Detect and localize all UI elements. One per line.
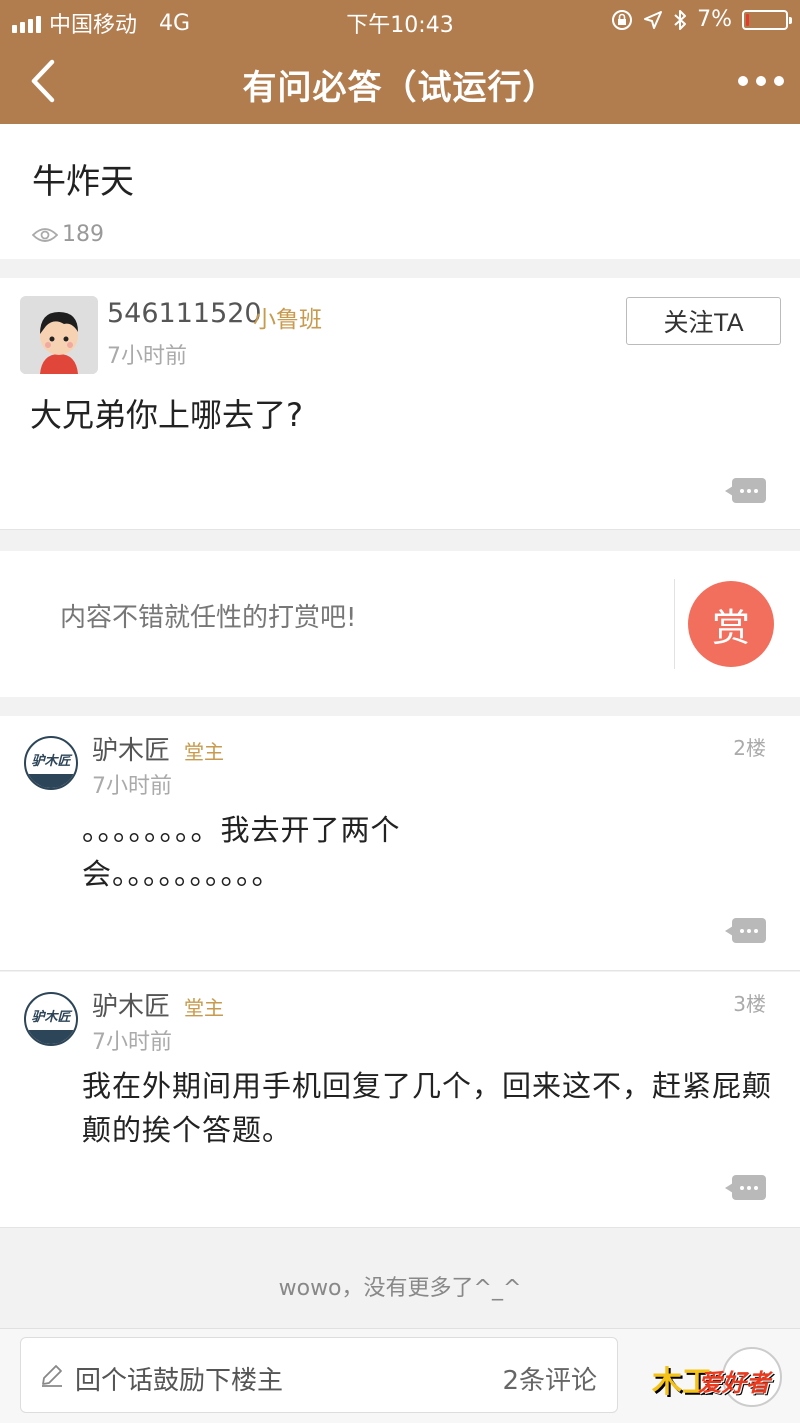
bluetooth-icon — [674, 9, 687, 30]
commenter-badge: 堂主 — [184, 996, 224, 1020]
watermark-logo: 木工 爱好者 — [652, 1353, 798, 1403]
location-icon — [644, 10, 663, 29]
follow-button[interactable]: 关注TA — [626, 297, 781, 345]
battery-icon — [742, 9, 792, 30]
comment-body: 我在外期间用手机回复了几个，回来这不，赶紧屁颠颠的挨个答题。 — [82, 1069, 773, 1147]
rotation-lock-icon — [612, 9, 633, 30]
commenter-badge: 堂主 — [184, 740, 224, 764]
top-header: 中国移动 4G 下午10:43 7% 有问必答（试运行） — [0, 0, 800, 124]
page-title: 有问必答（试运行） — [242, 68, 558, 108]
view-count-value: 189 — [62, 222, 104, 247]
commenter-name[interactable]: 驴木匠 — [92, 730, 170, 767]
comment-time: 7小时前 — [92, 774, 172, 799]
battery-percent: 7% — [697, 7, 732, 32]
watermark-text-b: 爱好者 — [698, 1369, 770, 1397]
floor-number: 3楼 — [733, 992, 766, 1016]
comment-item: 驴木匠 驴木匠 堂主 7小时前 2楼 。。。。。。。。我去开了两个会。。。。。。… — [0, 716, 800, 971]
pencil-icon — [42, 1365, 62, 1387]
comment-body: 。。。。。。。。我去开了两个会。。。。。。。。。。 — [82, 813, 401, 891]
bottom-bar: 回个话鼓励下楼主 2条评论 木工 爱好者 — [0, 1328, 800, 1423]
end-of-list-text: wowo，没有更多了^_^ — [278, 1276, 522, 1301]
comment-icon[interactable] — [725, 918, 766, 943]
comment-icon[interactable] — [725, 1175, 766, 1200]
comment-time: 7小时前 — [92, 1030, 172, 1055]
commenter-logo-text: 驴木匠 — [31, 754, 71, 769]
question-title: 牛炸天 — [32, 162, 134, 202]
commenter-avatar[interactable]: 驴木匠 — [24, 736, 78, 790]
view-count: 189 — [32, 222, 104, 247]
avatar[interactable] — [20, 296, 98, 374]
commenter-avatar[interactable]: 驴木匠 — [24, 992, 78, 1046]
commenter-logo-text: 驴木匠 — [31, 1010, 71, 1025]
answer-body: 大兄弟你上哪去了? — [30, 396, 303, 434]
reward-divider — [674, 579, 675, 669]
answer-card: 546111520 小鲁班 7小时前 关注TA 大兄弟你上哪去了? — [0, 278, 800, 530]
reward-button[interactable]: 赏 — [688, 581, 774, 667]
reply-input[interactable]: 回个话鼓励下楼主 2条评论 — [20, 1337, 618, 1413]
reward-section: 内容不错就任性的打赏吧! 赏 — [0, 551, 800, 697]
question-card: 牛炸天 189 — [0, 124, 800, 259]
commenter-name[interactable]: 驴木匠 — [92, 986, 170, 1023]
reward-text: 内容不错就任性的打赏吧! — [60, 603, 357, 633]
comment-count[interactable]: 2条评论 — [502, 1360, 597, 1397]
comment-icon[interactable] — [725, 478, 766, 503]
comment-item: 驴木匠 驴木匠 堂主 7小时前 3楼 我在外期间用手机回复了几个，回来这不，赶紧… — [0, 972, 800, 1228]
answer-time: 7小时前 — [107, 344, 187, 369]
floor-number: 2楼 — [733, 736, 766, 760]
more-dots-icon[interactable] — [738, 76, 784, 86]
eye-icon — [32, 227, 58, 242]
reply-placeholder: 回个话鼓励下楼主 — [75, 1366, 284, 1396]
status-bar: 中国移动 4G 下午10:43 7% — [0, 0, 800, 40]
answer-user-badge: 小鲁班 — [253, 307, 322, 333]
answer-username[interactable]: 546111520 — [107, 298, 262, 329]
nav-bar: 有问必答（试运行） — [0, 40, 800, 124]
